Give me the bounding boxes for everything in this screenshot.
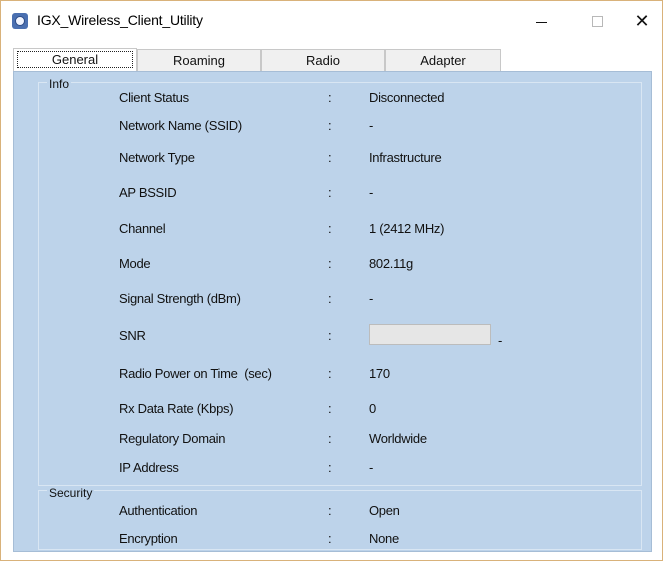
app-icon[interactable] xyxy=(12,13,28,29)
row-mode: Mode : 802.11g xyxy=(14,256,651,274)
snr-suffix: - xyxy=(498,333,503,348)
separator: : xyxy=(328,291,332,306)
tab-label: Roaming xyxy=(172,53,226,68)
separator: : xyxy=(328,328,332,343)
field-label: Mode xyxy=(119,256,151,271)
field-label: IP Address xyxy=(119,460,179,475)
field-value: 170 xyxy=(369,366,390,381)
tab-focus-rect xyxy=(17,51,133,68)
title-bar[interactable]: IGX_Wireless_Client_Utility ✕ xyxy=(1,1,662,41)
field-value: - xyxy=(369,118,374,133)
row-signal-strength: Signal Strength (dBm) : - xyxy=(14,291,651,309)
field-value: 1 (2412 MHz) xyxy=(369,221,445,236)
tab-roaming[interactable]: Roaming xyxy=(137,49,261,71)
row-ap-bssid: AP BSSID : - xyxy=(14,185,651,203)
separator: : xyxy=(328,531,332,546)
field-label: Network Name (SSID) xyxy=(119,118,242,133)
tab-strip: General Roaming Radio Adapter xyxy=(13,48,501,72)
close-button[interactable]: ✕ xyxy=(619,1,665,41)
field-label: Regulatory Domain xyxy=(119,431,226,446)
field-value: Open xyxy=(369,503,400,518)
tab-radio[interactable]: Radio xyxy=(261,49,385,71)
tab-label: Radio xyxy=(306,53,340,68)
field-value: Disconnected xyxy=(369,90,445,105)
field-value: - xyxy=(369,291,374,306)
row-regulatory-domain: Regulatory Domain : Worldwide xyxy=(14,431,651,449)
field-value: 0 xyxy=(369,401,376,416)
field-label: Channel xyxy=(119,221,166,236)
field-label: AP BSSID xyxy=(119,185,177,200)
separator: : xyxy=(328,150,332,165)
row-authentication: Authentication : Open xyxy=(14,503,651,521)
field-label: Network Type xyxy=(119,150,195,165)
tab-adapter[interactable]: Adapter xyxy=(385,49,501,71)
row-encryption: Encryption : None xyxy=(14,531,651,549)
field-label: Signal Strength (dBm) xyxy=(119,291,241,306)
window-title: IGX_Wireless_Client_Utility xyxy=(37,12,203,28)
tab-label: Adapter xyxy=(420,53,466,68)
maximize-icon xyxy=(591,15,603,27)
field-value: None xyxy=(369,531,399,546)
field-label: Client Status xyxy=(119,90,189,105)
separator: : xyxy=(328,256,332,271)
field-label: SNR xyxy=(119,328,146,343)
separator: : xyxy=(328,90,332,105)
field-label: Rx Data Rate (Kbps) xyxy=(119,401,234,416)
field-value: Worldwide xyxy=(369,431,427,446)
tab-general[interactable]: General xyxy=(13,48,137,72)
field-label: Radio Power on Time (sec) xyxy=(119,366,272,381)
separator: : xyxy=(328,431,332,446)
field-value: - xyxy=(369,185,374,200)
general-panel: Info Client Status : Disconnected Networ… xyxy=(13,71,652,552)
field-value: - xyxy=(369,460,374,475)
separator: : xyxy=(328,118,332,133)
row-rx-data-rate: Rx Data Rate (Kbps) : 0 xyxy=(14,401,651,419)
maximize-button[interactable] xyxy=(574,1,620,41)
row-snr: SNR : - xyxy=(14,324,651,348)
field-label: Authentication xyxy=(119,503,198,518)
minimize-button[interactable] xyxy=(518,1,564,41)
row-network-name: Network Name (SSID) : - xyxy=(14,118,651,136)
row-client-status: Client Status : Disconnected xyxy=(14,90,651,108)
field-value: 802.11g xyxy=(369,256,413,271)
info-group xyxy=(38,82,642,486)
field-value: Infrastructure xyxy=(369,150,442,165)
row-network-type: Network Type : Infrastructure xyxy=(14,150,651,168)
app-window: IGX_Wireless_Client_Utility ✕ General Ro… xyxy=(0,0,663,561)
separator: : xyxy=(328,503,332,518)
info-group-label: Info xyxy=(47,77,72,91)
minimize-icon xyxy=(535,21,547,23)
separator: : xyxy=(328,366,332,381)
row-ip-address: IP Address : - xyxy=(14,460,651,478)
separator: : xyxy=(328,221,332,236)
row-radio-power-time: Radio Power on Time (sec) : 170 xyxy=(14,366,651,384)
snr-progress-bar xyxy=(369,324,491,345)
separator: : xyxy=(328,401,332,416)
security-group-label: Security xyxy=(47,486,95,500)
separator: : xyxy=(328,185,332,200)
row-channel: Channel : 1 (2412 MHz) xyxy=(14,221,651,239)
separator: : xyxy=(328,460,332,475)
field-label: Encryption xyxy=(119,531,178,546)
close-icon: ✕ xyxy=(634,11,650,31)
